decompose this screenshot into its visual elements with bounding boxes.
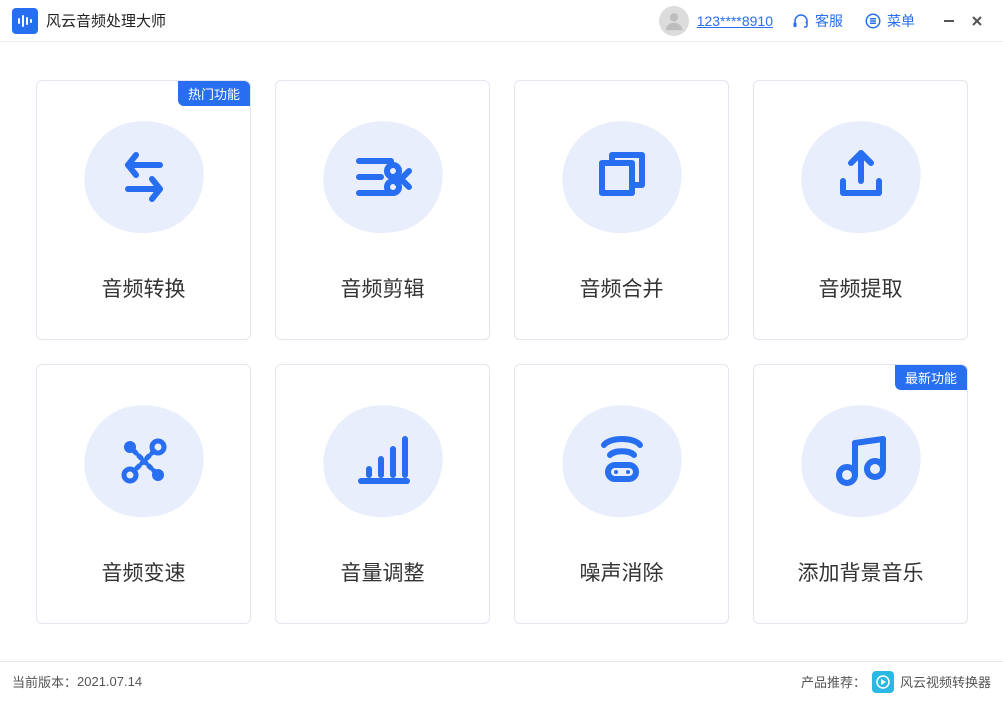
support-button[interactable]: 客服 (791, 11, 843, 31)
merge-icon (586, 141, 658, 213)
card-audio-speed[interactable]: 音频变速 (36, 364, 251, 624)
main-content: 热门功能 音频转换 (0, 42, 1003, 624)
card-icon (562, 401, 682, 521)
card-audio-convert[interactable]: 热门功能 音频转换 (36, 80, 251, 340)
convert-icon (108, 141, 180, 213)
user-icon (663, 10, 685, 32)
card-label: 噪声消除 (580, 557, 664, 587)
cut-icon (347, 141, 419, 213)
headset-icon (791, 11, 811, 31)
card-label: 音频合并 (580, 273, 664, 303)
recommend-label: 产品推荐： (801, 672, 866, 691)
card-add-bgm[interactable]: 最新功能 添加背景音乐 (753, 364, 968, 624)
card-icon (323, 117, 443, 237)
card-label: 音频提取 (819, 273, 903, 303)
card-icon (84, 401, 204, 521)
audio-bars-icon (17, 13, 33, 29)
version-label: 当前版本： (12, 672, 77, 691)
card-label: 添加背景音乐 (798, 557, 924, 587)
avatar[interactable] (659, 6, 689, 36)
list-icon (863, 11, 883, 31)
speed-icon (108, 425, 180, 497)
video-converter-icon (876, 675, 890, 689)
card-icon (801, 117, 921, 237)
feature-grid: 热门功能 音频转换 (36, 80, 967, 624)
card-icon (84, 117, 204, 237)
product-icon[interactable] (872, 671, 894, 693)
volume-icon (347, 425, 419, 497)
card-audio-cut[interactable]: 音频剪辑 (275, 80, 490, 340)
card-icon (801, 401, 921, 521)
card-label: 音量调整 (341, 557, 425, 587)
card-label: 音频剪辑 (341, 273, 425, 303)
version-value: 2021.07.14 (77, 674, 142, 689)
minimize-button[interactable] (935, 7, 963, 35)
menu-button[interactable]: 菜单 (863, 11, 915, 31)
app-logo (12, 8, 38, 34)
card-audio-merge[interactable]: 音频合并 (514, 80, 729, 340)
card-label: 音频变速 (102, 557, 186, 587)
noise-icon (586, 425, 658, 497)
badge-hot: 热门功能 (178, 81, 250, 106)
footer: 当前版本： 2021.07.14 产品推荐： 风云视频转换器 (0, 661, 1003, 701)
card-volume-adjust[interactable]: 音量调整 (275, 364, 490, 624)
card-icon (562, 117, 682, 237)
card-icon (323, 401, 443, 521)
support-label: 客服 (815, 11, 843, 31)
card-audio-extract[interactable]: 音频提取 (753, 80, 968, 340)
product-name[interactable]: 风云视频转换器 (900, 672, 991, 691)
music-icon (825, 425, 897, 497)
user-id-link[interactable]: 123****8910 (697, 13, 773, 29)
badge-new: 最新功能 (895, 365, 967, 390)
menu-label: 菜单 (887, 11, 915, 31)
minimize-icon (942, 14, 956, 28)
app-title: 风云音频处理大师 (46, 10, 166, 31)
card-noise-remove[interactable]: 噪声消除 (514, 364, 729, 624)
titlebar: 风云音频处理大师 123****8910 客服 菜单 (0, 0, 1003, 42)
extract-icon (825, 141, 897, 213)
close-button[interactable] (963, 7, 991, 35)
card-label: 音频转换 (102, 273, 186, 303)
close-icon (970, 14, 984, 28)
